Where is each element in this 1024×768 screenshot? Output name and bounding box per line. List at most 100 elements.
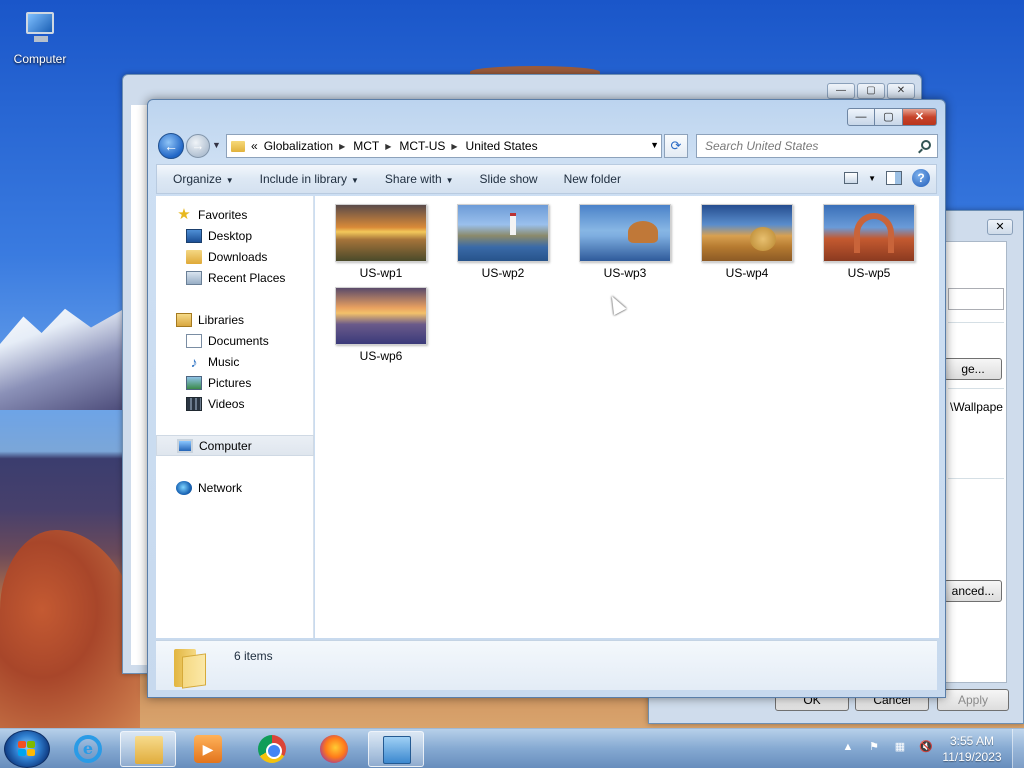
chevron-right-icon[interactable]: ▶: [339, 142, 345, 151]
nav-recent-places[interactable]: Recent Places: [156, 267, 314, 288]
file-item-us-wp5[interactable]: US-wp5: [823, 204, 915, 280]
explorer-window[interactable]: — ▢ ✕ ← → ▼ « Globalization ▶ MCT ▶ MCT-…: [147, 99, 946, 698]
chevron-right-icon[interactable]: ▶: [385, 142, 391, 151]
organize-button[interactable]: Organize ▼: [157, 172, 244, 186]
nav-label: Pictures: [208, 375, 252, 390]
nav-label: Libraries: [198, 312, 245, 327]
nav-network[interactable]: Network: [156, 477, 314, 498]
taskbar-internet-explorer[interactable]: e: [60, 731, 116, 767]
clock[interactable]: 3:55 AM 11/19/2023: [940, 733, 1004, 765]
chevron-down-icon[interactable]: ▼: [868, 174, 876, 183]
breadcrumb-globalization[interactable]: Globalization: [264, 139, 333, 153]
file-name: US-wp1: [359, 266, 403, 280]
start-button[interactable]: [4, 730, 50, 768]
videos-icon: [186, 396, 202, 411]
nav-downloads[interactable]: Downloads: [156, 246, 314, 267]
clock-time: 3:55 AM: [949, 734, 995, 748]
organize-label: Organize: [173, 172, 222, 186]
image-thumbnail: [457, 204, 549, 262]
forward-button[interactable]: →: [186, 134, 210, 158]
maximize-button[interactable]: ▢: [875, 108, 903, 126]
chevron-down-icon[interactable]: ▼: [650, 140, 659, 150]
show-desktop-button[interactable]: [1012, 729, 1024, 768]
recent-places-icon: [186, 270, 202, 285]
network-status-icon[interactable]: ▦: [892, 739, 908, 755]
nav-libraries[interactable]: Libraries: [156, 309, 314, 330]
file-item-us-wp1[interactable]: US-wp1: [335, 204, 427, 280]
file-name: US-wp6: [359, 349, 403, 363]
desktop-icon-label: Computer: [13, 52, 67, 66]
new-folder-button[interactable]: New folder: [548, 172, 631, 186]
close-button[interactable]: ✕: [903, 108, 937, 126]
dialog-apply-button[interactable]: Apply: [937, 689, 1009, 711]
search-box[interactable]: [696, 134, 938, 158]
nav-pictures[interactable]: Pictures: [156, 372, 314, 393]
chevron-right-icon[interactable]: ▶: [451, 142, 457, 151]
documents-icon: [186, 333, 202, 348]
search-input[interactable]: [697, 135, 907, 157]
media-center-icon: ▶: [194, 735, 222, 763]
file-name: US-wp5: [847, 266, 891, 280]
computer-icon: [18, 8, 62, 48]
file-name: US-wp3: [603, 266, 647, 280]
nav-computer[interactable]: Computer: [156, 435, 314, 456]
share-with-label: Share with: [384, 172, 442, 186]
breadcrumb-mct-us[interactable]: MCT-US: [399, 139, 445, 153]
firefox-icon: [320, 735, 348, 763]
background-close-button[interactable]: ✕: [887, 83, 915, 99]
share-with-button[interactable]: Share with ▼: [369, 172, 464, 186]
window-controls: — ▢ ✕: [847, 108, 937, 126]
file-item-us-wp3[interactable]: US-wp3: [579, 204, 671, 280]
background-minimize-button[interactable]: —: [827, 83, 855, 99]
search-icon[interactable]: [921, 140, 931, 150]
star-icon: ★: [177, 205, 191, 223]
computer-icon: [177, 438, 193, 453]
chevron-down-icon: ▼: [351, 176, 359, 185]
breadcrumb-overflow[interactable]: «: [251, 139, 258, 153]
taskbar-chrome[interactable]: [244, 731, 300, 767]
taskbar-control-panel[interactable]: [368, 731, 424, 767]
taskbar-firefox[interactable]: [306, 731, 362, 767]
taskbar-media-center[interactable]: ▶: [180, 731, 236, 767]
dialog-path-input[interactable]: [948, 288, 1004, 310]
navigation-pane: ★ Favorites Desktop Downloads Recent Pla…: [156, 196, 314, 638]
help-icon[interactable]: ?: [912, 169, 930, 187]
image-thumbnail: [701, 204, 793, 262]
slide-show-button[interactable]: Slide show: [464, 172, 548, 186]
change-view-icon[interactable]: [844, 172, 859, 184]
breadcrumb-united-states[interactable]: United States: [466, 139, 538, 153]
refresh-button[interactable]: ⟳: [664, 134, 688, 158]
nav-music[interactable]: ♪ Music: [156, 351, 314, 372]
internet-explorer-icon: e: [74, 735, 102, 763]
breadcrumb-mct[interactable]: MCT: [353, 139, 379, 153]
desktop-icon-computer[interactable]: Computer: [8, 8, 72, 66]
file-name: US-wp2: [481, 266, 525, 280]
dialog-close-button[interactable]: ✕: [987, 219, 1013, 235]
minimize-button[interactable]: —: [847, 108, 875, 126]
image-thumbnail: [579, 204, 671, 262]
preview-pane-icon[interactable]: [886, 171, 902, 185]
nav-documents[interactable]: Documents: [156, 330, 314, 351]
dialog-advanced-button[interactable]: anced...: [944, 580, 1002, 602]
nav-label: Videos: [208, 396, 245, 411]
volume-muted-icon[interactable]: 🔇: [918, 739, 934, 755]
show-hidden-icons-button[interactable]: ▲: [840, 739, 856, 755]
dialog-browse-button[interactable]: ge...: [944, 358, 1002, 380]
file-list[interactable]: US-wp1 US-wp2 US-wp3 US-wp4 US-wp5 US-wp…: [315, 196, 939, 638]
file-item-us-wp4[interactable]: US-wp4: [701, 204, 793, 280]
nav-videos[interactable]: Videos: [156, 393, 314, 414]
address-bar[interactable]: « Globalization ▶ MCT ▶ MCT-US ▶ United …: [226, 134, 662, 158]
nav-desktop[interactable]: Desktop: [156, 225, 314, 246]
pictures-icon: [186, 375, 202, 390]
nav-favorites[interactable]: ★ Favorites: [156, 204, 314, 225]
action-center-icon[interactable]: ⚑: [866, 739, 882, 755]
file-item-us-wp6[interactable]: US-wp6: [335, 287, 427, 363]
background-maximize-button[interactable]: ▢: [857, 83, 885, 99]
taskbar-windows-explorer[interactable]: [120, 731, 176, 767]
file-item-us-wp2[interactable]: US-wp2: [457, 204, 549, 280]
include-in-library-button[interactable]: Include in library ▼: [244, 172, 369, 186]
system-tray: ▲ ⚑ ▦ 🔇: [840, 739, 934, 755]
back-button[interactable]: ←: [158, 133, 184, 159]
nav-label: Favorites: [198, 207, 248, 222]
recent-pages-dropdown[interactable]: ▼: [212, 140, 221, 150]
